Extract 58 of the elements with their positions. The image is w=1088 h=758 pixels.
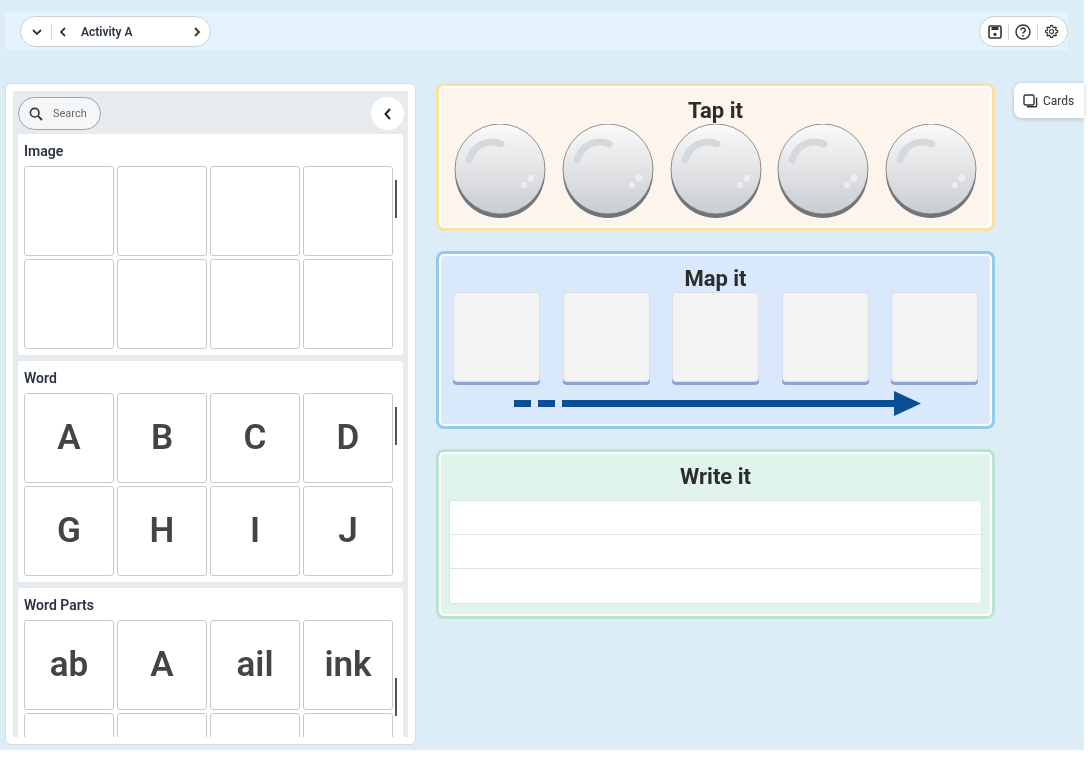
map-box[interactable] [891, 292, 978, 382]
save-button[interactable] [988, 24, 1002, 39]
search-field[interactable]: Search [18, 97, 101, 130]
board-title: Map it [683, 266, 748, 292]
scrollbar[interactable] [395, 407, 397, 445]
blank-tile[interactable] [117, 166, 207, 256]
chevron-down-icon [32, 28, 42, 35]
blank-tile[interactable] [117, 259, 207, 349]
help-button[interactable] [1015, 23, 1031, 40]
writing-lines[interactable] [449, 500, 982, 604]
section-title: Word Parts [24, 596, 95, 614]
counter-drawing[interactable] [668, 124, 763, 218]
word-tile[interactable]: C [210, 393, 300, 483]
word-tile[interactable]: H [117, 486, 207, 576]
scrollbar[interactable] [395, 180, 397, 218]
word-tile[interactable]: D [303, 393, 393, 483]
blank-tile[interactable] [24, 259, 114, 349]
scrollbar[interactable] [395, 678, 397, 716]
map-box[interactable] [672, 292, 759, 382]
save-icon [988, 24, 1002, 39]
section-title: Image [24, 142, 65, 160]
word-tile[interactable]: A [24, 393, 114, 483]
collapse-button[interactable] [371, 97, 404, 130]
chevron-left-icon [384, 107, 391, 120]
blank-tile[interactable] [303, 166, 393, 256]
map-box[interactable] [453, 292, 540, 382]
cards-icon [1023, 93, 1038, 108]
word-tile[interactable]: ink [303, 620, 393, 710]
cards-tab[interactable]: Cards [1014, 83, 1084, 118]
counter-drawing[interactable] [560, 124, 655, 218]
chevron-right-icon [194, 26, 200, 37]
counter-drawing[interactable] [884, 124, 978, 218]
blank-tile[interactable] [303, 259, 393, 349]
counter-drawing[interactable] [776, 124, 871, 218]
map-box[interactable] [562, 292, 650, 382]
board-title: Tap it [687, 98, 744, 124]
blank-tile[interactable] [24, 166, 114, 256]
word-tile[interactable]: J [303, 486, 393, 576]
word-tile[interactable]: ail [210, 620, 300, 710]
activity-title: Activity A [81, 23, 133, 41]
settings-button[interactable] [1044, 24, 1059, 39]
help-icon [1015, 23, 1031, 40]
section-title: Word [24, 369, 58, 387]
word-tile[interactable]: I [210, 486, 300, 576]
blank-tile[interactable] [210, 166, 300, 256]
map-box[interactable] [781, 292, 869, 382]
next-button[interactable] [194, 26, 200, 37]
word-tile[interactable]: G [24, 486, 114, 576]
chevron-left-icon [60, 26, 66, 37]
word-tile[interactable]: A [117, 620, 207, 710]
counter-drawing[interactable] [453, 124, 547, 218]
settings-icon [1044, 24, 1059, 39]
board-title: Write it [679, 464, 752, 490]
search-icon [29, 107, 43, 121]
previous-button[interactable] [60, 26, 66, 37]
blank-tile[interactable] [210, 259, 300, 349]
word-tile[interactable]: ab [24, 620, 114, 710]
word-tile[interactable]: B [117, 393, 207, 483]
